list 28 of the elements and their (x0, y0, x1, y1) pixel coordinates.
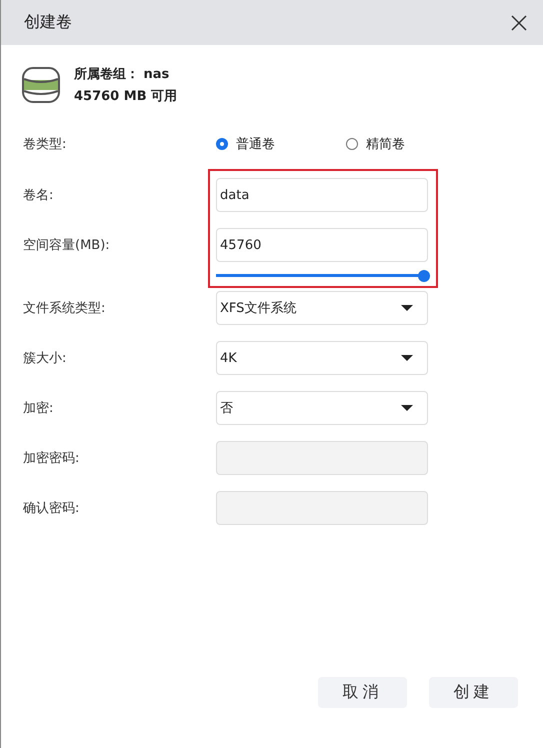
field-label: 簇大小: (23, 350, 68, 367)
create-button[interactable]: 创建 (429, 677, 518, 708)
field-label: 确认密码: (23, 500, 80, 517)
field-label: 加密密码: (23, 450, 80, 467)
field-label: 空间容量(MB): (23, 237, 111, 254)
field-label: 卷名: (23, 187, 54, 204)
field-label: 卷类型: (23, 136, 68, 153)
dropdown-select[interactable]: XFS文件系统 (216, 291, 428, 325)
volume-group-text: 所属卷组： nas (74, 66, 170, 83)
input-field[interactable]: data (216, 178, 428, 212)
radio-option[interactable]: 普通卷 (216, 135, 346, 153)
radio-icon[interactable] (346, 138, 358, 150)
radio-icon[interactable] (216, 138, 228, 150)
dropdown-caret-icon (401, 405, 413, 411)
cancel-button[interactable]: 取消 (318, 677, 407, 708)
dropdown-select[interactable]: 否 (216, 391, 428, 425)
field-label: 加密: (23, 400, 54, 417)
close-button[interactable] (509, 12, 529, 32)
database-icon (22, 67, 60, 103)
dropdown-caret-icon (401, 305, 413, 311)
dropdown-select[interactable]: 4K (216, 341, 428, 375)
field-label: 文件系统类型: (23, 300, 106, 317)
available-space-text: 45760 MB 可用 (74, 88, 178, 105)
radio-option[interactable]: 精简卷 (346, 135, 476, 153)
capacity-slider[interactable] (216, 270, 428, 282)
input-field[interactable]: 45760 (216, 228, 428, 262)
dialog-title: 创建卷 (24, 12, 72, 33)
dropdown-caret-icon (401, 355, 413, 361)
